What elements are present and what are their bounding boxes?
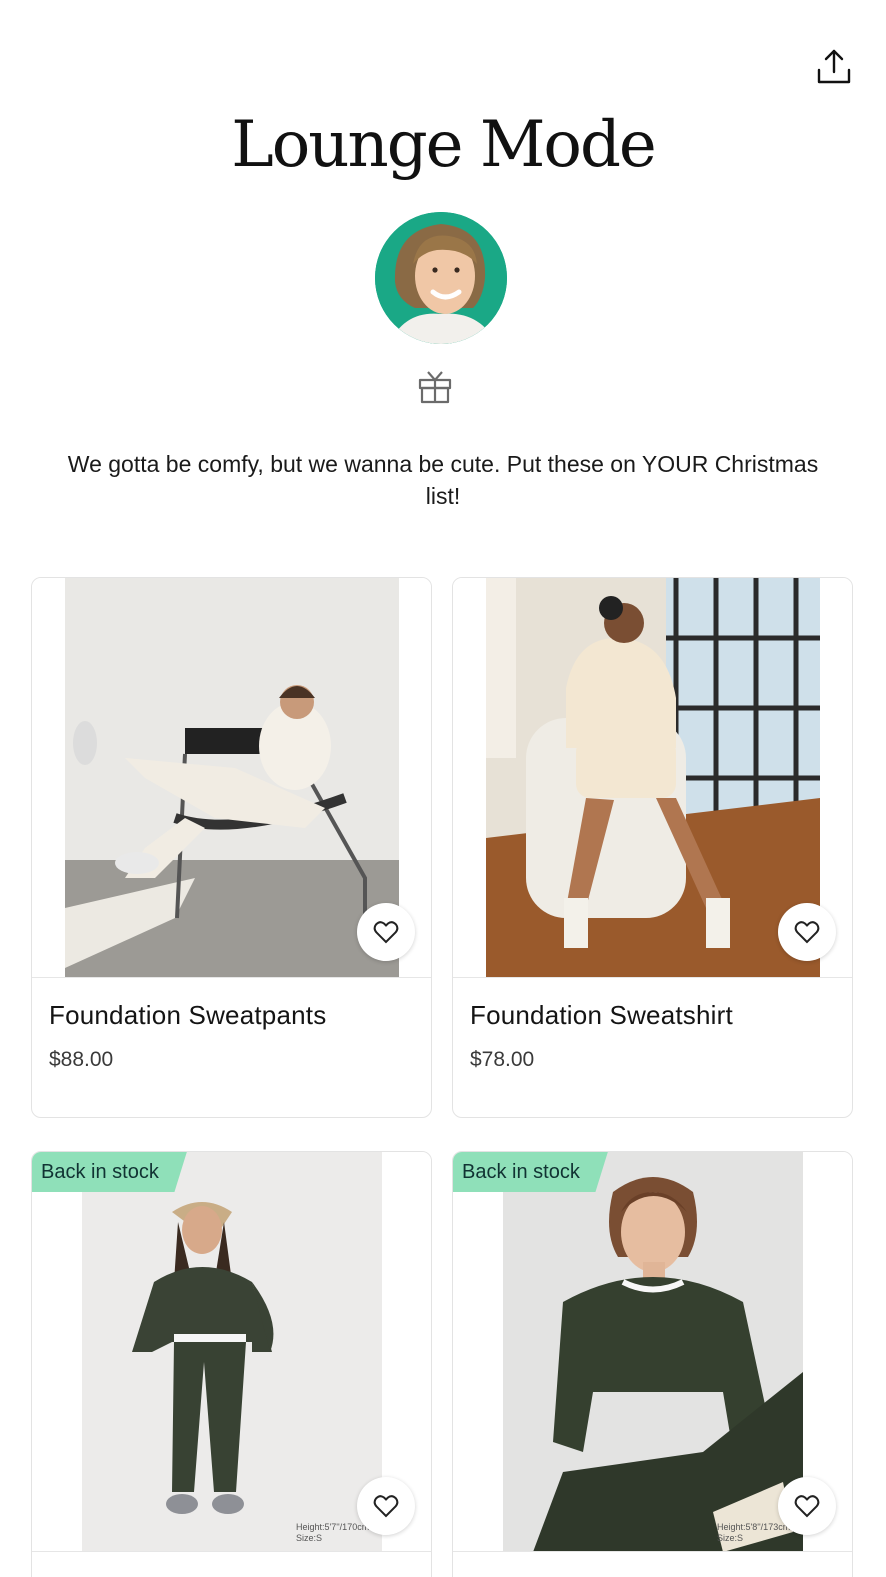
product-card-3[interactable]: Back in stock Height:5'7''/170cm Size:S	[31, 1151, 432, 1577]
product-card-foundation-sweatshirt[interactable]: Foundation Sweatshirt $78.00	[452, 577, 853, 1118]
heart-outline-icon	[373, 1495, 399, 1518]
heart-outline-icon	[373, 921, 399, 944]
product-image[interactable]	[32, 578, 431, 978]
product-image[interactable]	[453, 578, 852, 978]
favorite-button[interactable]	[357, 903, 415, 961]
heart-outline-icon	[794, 921, 820, 944]
favorite-button[interactable]	[357, 1477, 415, 1535]
heart-outline-icon	[794, 1495, 820, 1518]
page-title: Lounge Mode	[231, 108, 657, 182]
product-image[interactable]: Back in stock Height:5'7''/170cm Size:S	[32, 1152, 431, 1552]
product-price: $78.00	[470, 1048, 535, 1071]
favorite-button[interactable]	[778, 903, 836, 961]
product-card-foundation-sweatpants[interactable]: Foundation Sweatpants $88.00	[31, 577, 432, 1118]
model-size-tag: Height:5'7''/170cm Size:S	[296, 1522, 370, 1543]
creator-avatar[interactable]	[375, 212, 507, 344]
model-size-tag: Height:5'8''/173cm Size:S	[717, 1522, 791, 1543]
back-in-stock-badge: Back in stock	[453, 1152, 608, 1192]
gift-icon	[418, 371, 452, 404]
back-in-stock-badge: Back in stock	[32, 1152, 187, 1192]
favorite-button[interactable]	[778, 1477, 836, 1535]
product-card-4[interactable]: Back in stock Height:5'8''/173cm Size:S	[452, 1151, 853, 1577]
list-description: We gotta be comfy, but we wanna be cute.…	[67, 451, 819, 509]
product-name[interactable]: Foundation Sweatshirt	[470, 1000, 733, 1031]
product-image[interactable]: Back in stock Height:5'8''/173cm Size:S	[453, 1152, 852, 1552]
share-upload-icon	[817, 49, 851, 84]
share-button[interactable]	[814, 46, 854, 88]
product-price: $88.00	[49, 1048, 114, 1071]
product-name[interactable]: Foundation Sweatpants	[49, 1000, 326, 1031]
gift-button[interactable]	[416, 368, 454, 406]
